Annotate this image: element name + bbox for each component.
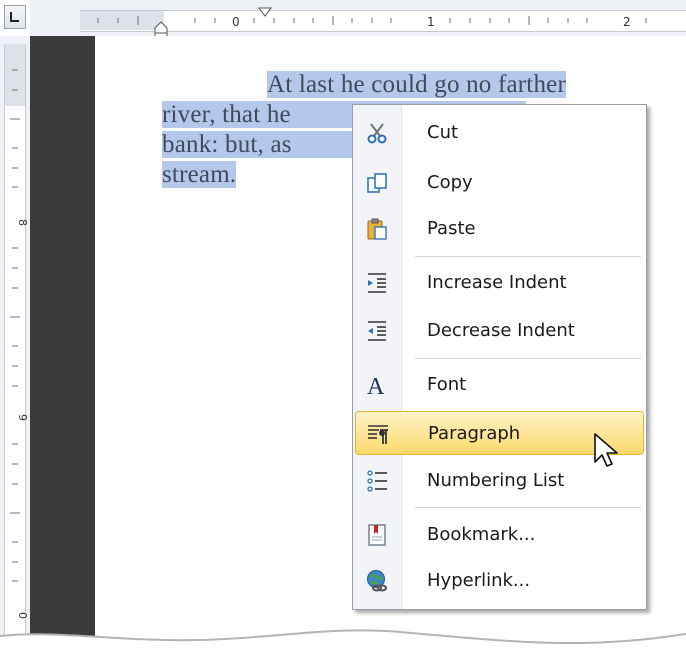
menu-item-label: Bookmark... xyxy=(427,524,536,545)
ruler-label-0: 0 xyxy=(232,15,240,29)
menu-separator xyxy=(415,256,641,257)
menu-item-label: Numbering List xyxy=(427,470,565,491)
menu-item-label: Decrease Indent xyxy=(427,320,575,341)
paragraph-line-4[interactable]: stream. xyxy=(162,161,237,188)
editor-window: 0 1 2 8 9 0 At last he could go no farth… xyxy=(0,0,686,655)
menu-separator xyxy=(415,358,641,359)
ruler-label-1: 1 xyxy=(427,15,435,29)
scissors-icon xyxy=(365,121,389,145)
paragraph-line-1[interactable]: At last he could go no farther xyxy=(267,71,566,98)
menu-item-label: Increase Indent xyxy=(427,272,567,293)
font-icon: A xyxy=(365,373,389,400)
menu-item-label: Font xyxy=(427,374,467,395)
menu-item-label: Paste xyxy=(427,218,476,239)
menu-item-increase-indent[interactable]: Increase Indent xyxy=(355,261,644,305)
hyperlink-icon xyxy=(365,569,389,593)
menu-item-decrease-indent[interactable]: Decrease Indent xyxy=(355,309,644,353)
hanging-indent-marker[interactable] xyxy=(154,21,168,34)
menu-item-cut[interactable]: Cut xyxy=(355,111,644,155)
paragraph-line-2[interactable]: river, that he xyxy=(162,101,291,128)
horizontal-ruler-ticks: 0 1 2 xyxy=(97,7,647,39)
menu-item-paste[interactable]: Paste xyxy=(355,207,644,251)
torn-page-edge xyxy=(0,629,686,655)
menu-item-label: Copy xyxy=(427,172,473,193)
context-menu: Cut Copy Paste Increase Indent Decrease … xyxy=(352,104,647,610)
menu-item-hyperlink[interactable]: Hyperlink... xyxy=(355,559,644,603)
menu-item-label: Hyperlink... xyxy=(427,570,531,591)
decrease-indent-icon xyxy=(365,319,389,343)
page-gutter xyxy=(30,36,95,655)
paragraph-line-3[interactable]: bank: but, as xyxy=(162,131,292,158)
menu-item-bookmark[interactable]: Bookmark... xyxy=(355,513,644,557)
menu-item-font[interactable]: A Font xyxy=(355,363,644,407)
ruler-label-2: 2 xyxy=(623,15,631,29)
vruler-label-9: 9 xyxy=(16,414,29,421)
first-line-indent-marker[interactable] xyxy=(258,7,272,17)
bookmark-icon xyxy=(365,523,389,547)
increase-indent-icon xyxy=(365,271,389,295)
paragraph-icon xyxy=(366,422,390,446)
svg-text:A: A xyxy=(367,374,385,397)
mouse-pointer-icon xyxy=(594,433,618,467)
paste-icon xyxy=(365,217,389,241)
copy-icon xyxy=(365,171,389,195)
vruler-label-8: 8 xyxy=(16,219,29,226)
menu-item-label: Cut xyxy=(427,122,459,143)
menu-separator xyxy=(415,507,641,508)
menu-item-label: Paragraph xyxy=(428,423,521,444)
menu-item-copy[interactable]: Copy xyxy=(355,161,644,205)
numbering-list-icon xyxy=(365,469,389,493)
